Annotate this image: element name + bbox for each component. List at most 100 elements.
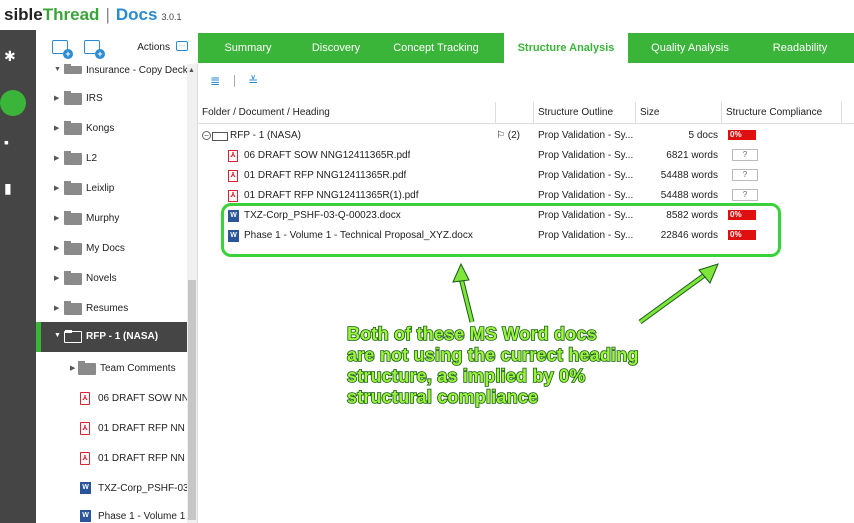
actions-menu-icon[interactable]: … bbox=[176, 41, 188, 51]
col-header-size[interactable]: Size bbox=[636, 102, 722, 124]
col-header-name[interactable]: Folder / Document / Heading bbox=[198, 102, 496, 124]
logo-text-part2: Thread bbox=[42, 5, 100, 24]
folder-icon bbox=[64, 301, 82, 315]
product-name: Docs bbox=[115, 5, 158, 24]
pdf-icon: ⅄ bbox=[228, 150, 238, 162]
tree-node-label: IRS bbox=[86, 93, 103, 104]
tree-node[interactable]: ▶ Novels bbox=[36, 266, 188, 292]
tree-node-label: My Docs bbox=[86, 243, 125, 254]
comment-count[interactable]: ⚐ (2) bbox=[496, 126, 532, 146]
scrollbar-thumb[interactable] bbox=[188, 280, 196, 520]
new-document-icon[interactable] bbox=[84, 40, 105, 59]
tree-node-label: Insurance - Copy Deck bbox=[86, 65, 188, 76]
expand-arrow-icon[interactable]: ▶ bbox=[54, 94, 59, 102]
tree-scrollbar[interactable]: ▲ bbox=[187, 64, 197, 523]
row-outline[interactable]: Prop Validation - Sy... bbox=[538, 126, 634, 146]
pdf-icon: ⅄ bbox=[228, 170, 238, 182]
toolbar-divider bbox=[234, 75, 235, 87]
tree-node[interactable]: ▶ Leixlip bbox=[36, 176, 188, 202]
word-doc-icon: W bbox=[80, 482, 91, 494]
expand-arrow-icon[interactable]: ▶ bbox=[54, 154, 59, 162]
tree-node-label: 06 DRAFT SOW NN bbox=[98, 393, 189, 404]
col-header-compliance[interactable]: Structure Compliance bbox=[722, 102, 842, 124]
tab-discovery[interactable]: Discovery bbox=[298, 33, 374, 63]
folder-icon bbox=[64, 241, 82, 255]
table-row[interactable]: ⅄ 06 DRAFT SOW NNG12411365R.pdf Prop Val… bbox=[198, 146, 854, 166]
row-name: 01 DRAFT RFP NNG12411365R.pdf bbox=[244, 170, 407, 181]
tree-node-label: RFP - 1 (NASA) bbox=[86, 331, 159, 342]
expand-arrow-icon[interactable]: ▶ bbox=[54, 304, 59, 312]
app-logo: sibleThread | Docs 3.0.1 bbox=[4, 5, 181, 25]
expand-arrow-icon[interactable]: ▶ bbox=[54, 244, 59, 252]
folder-icon bbox=[64, 64, 82, 74]
folder-icon bbox=[64, 181, 82, 195]
tab-readability[interactable]: Readability bbox=[750, 33, 850, 63]
expand-arrow-icon[interactable]: ▶ bbox=[54, 124, 59, 132]
collapse-arrow-icon[interactable]: ▼ bbox=[54, 332, 61, 339]
chart-icon[interactable]: ▮ bbox=[0, 180, 20, 197]
compliance-badge: ? bbox=[732, 189, 758, 201]
tree-node-label: 01 DRAFT RFP NN bbox=[98, 453, 185, 464]
tree-toolbar: Actions … bbox=[36, 30, 198, 64]
tree-node[interactable]: ▶ My Docs bbox=[36, 236, 188, 262]
folder-icon bbox=[64, 151, 82, 165]
app-header: sibleThread | Docs 3.0.1 bbox=[0, 0, 854, 28]
new-folder-icon[interactable] bbox=[52, 40, 73, 59]
tab-concept-tracking[interactable]: Concept Tracking bbox=[374, 33, 498, 63]
tree-node[interactable]: W Phase 1 - Volume 1 bbox=[36, 504, 188, 523]
pdf-icon: ⅄ bbox=[80, 422, 90, 435]
align-left-icon[interactable]: ≣ bbox=[210, 75, 220, 87]
collapse-icon[interactable]: − bbox=[202, 131, 211, 140]
annotation-highlight-box bbox=[221, 203, 781, 257]
actions-label[interactable]: Actions bbox=[137, 42, 170, 53]
row-size: 54488 words bbox=[660, 170, 718, 181]
tree-node-label: Leixlip bbox=[86, 183, 115, 194]
tree-node[interactable]: ⅄ 01 DRAFT RFP NN bbox=[36, 446, 188, 472]
tree-node[interactable]: ▶ Team Comments bbox=[36, 356, 188, 382]
collapse-all-icon[interactable]: ≚ bbox=[248, 75, 258, 87]
row-outline[interactable]: Prop Validation - Sy... bbox=[538, 146, 634, 166]
tree-node[interactable]: ⅄ 06 DRAFT SOW NN bbox=[36, 386, 189, 412]
tree-node-label: TXZ-Corp_PSHF-03 bbox=[98, 483, 189, 494]
grid-toolbar: ≣ ≚ bbox=[198, 63, 854, 101]
folder-icon bbox=[78, 361, 96, 375]
tree-node-label: Resumes bbox=[86, 303, 129, 314]
tree-node[interactable]: W TXZ-Corp_PSHF-03 bbox=[36, 476, 189, 502]
expand-arrow-icon[interactable]: ▶ bbox=[54, 214, 59, 222]
tree-node-selected[interactable]: ▼ RFP - 1 (NASA) bbox=[36, 322, 188, 352]
expand-arrow-icon[interactable]: ▶ bbox=[54, 274, 59, 282]
tree-node[interactable]: ▶ IRS bbox=[36, 86, 188, 112]
document-icon[interactable]: ▪ bbox=[0, 134, 20, 150]
folder-icon bbox=[64, 211, 82, 225]
annotation-callout-text: Both of these MS Word docs are not using… bbox=[346, 323, 639, 408]
expand-arrow-icon[interactable]: ▶ bbox=[70, 364, 75, 372]
tab-quality-analysis[interactable]: Quality Analysis bbox=[630, 33, 750, 63]
tab-summary[interactable]: Summary bbox=[198, 33, 298, 63]
col-header-comments[interactable] bbox=[496, 102, 534, 124]
structure-grid: Folder / Document / Heading Structure Ou… bbox=[198, 102, 854, 523]
table-row[interactable]: − RFP - 1 (NASA) ⚐ (2) Prop Validation -… bbox=[198, 126, 854, 146]
row-size: 6821 words bbox=[666, 150, 718, 161]
folder-icon bbox=[64, 91, 82, 105]
wrench-icon[interactable]: ✱ bbox=[0, 48, 20, 65]
grid-header: Folder / Document / Heading Structure Ou… bbox=[198, 102, 854, 124]
col-header-outline[interactable]: Structure Outline bbox=[534, 102, 636, 124]
compliance-badge: ? bbox=[732, 149, 758, 161]
tree-node[interactable]: ⅄ 01 DRAFT RFP NN bbox=[36, 416, 188, 442]
version-label: 3.0.1 bbox=[161, 12, 182, 22]
table-row[interactable]: ⅄ 01 DRAFT RFP NNG12411365R.pdf Prop Val… bbox=[198, 166, 854, 186]
tree-node[interactable]: ▶ Murphy bbox=[36, 206, 188, 232]
folder-icon bbox=[212, 132, 228, 141]
scroll-up-icon[interactable]: ▲ bbox=[188, 67, 195, 74]
home-icon[interactable] bbox=[0, 90, 26, 116]
tree-node[interactable]: ▼ Insurance - Copy Deck bbox=[36, 64, 188, 78]
comment-count-label: (2) bbox=[507, 130, 520, 141]
tree-node[interactable]: ▶ L2 bbox=[36, 146, 188, 172]
collapse-arrow-icon[interactable]: ▼ bbox=[54, 66, 61, 73]
tree-node[interactable]: ▶ Kongs bbox=[36, 116, 188, 142]
tree-node[interactable]: ▶ Resumes bbox=[36, 296, 188, 322]
row-outline[interactable]: Prop Validation - Sy... bbox=[538, 166, 634, 186]
tab-structure-analysis[interactable]: Structure Analysis bbox=[504, 33, 628, 63]
expand-arrow-icon[interactable]: ▶ bbox=[54, 184, 59, 192]
analysis-tabs: Summary Discovery Concept Tracking Struc… bbox=[198, 33, 854, 63]
